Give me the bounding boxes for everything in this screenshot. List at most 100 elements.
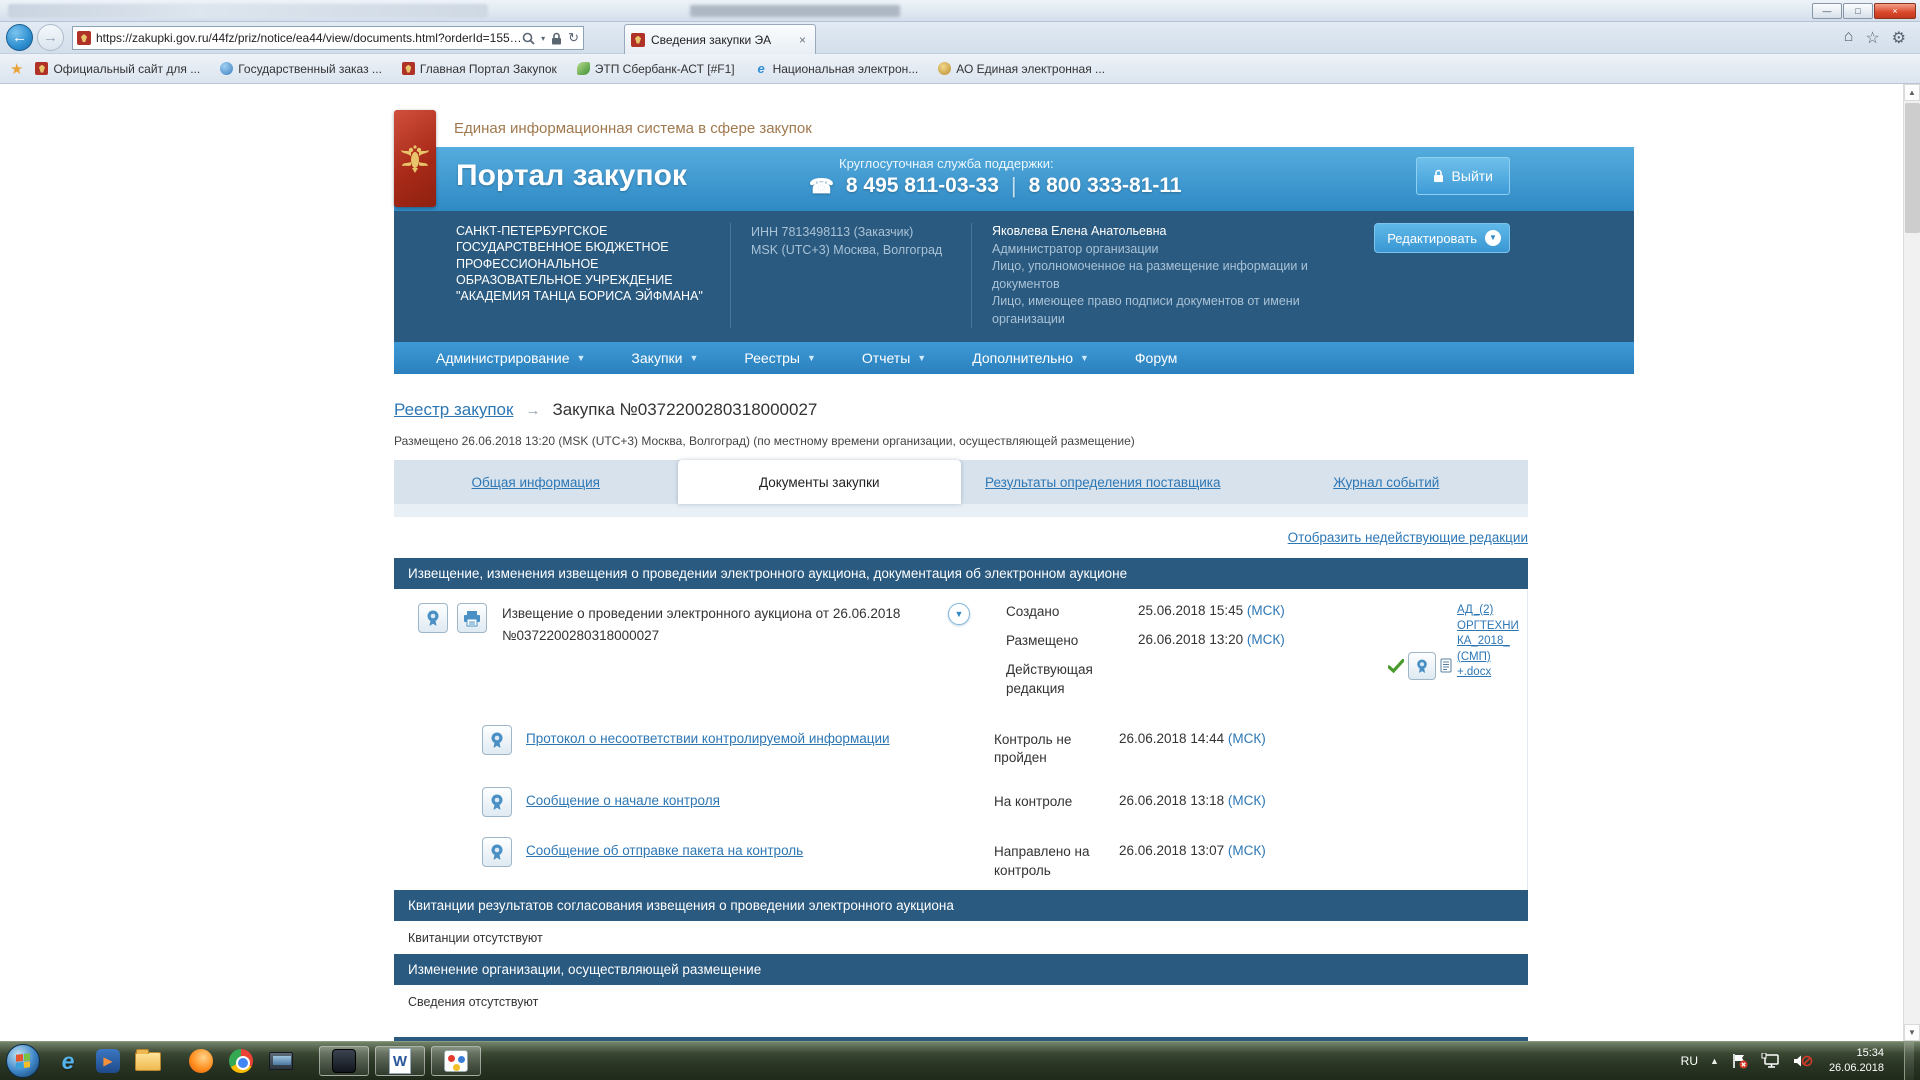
action-center-flag-icon[interactable]: [1731, 1053, 1749, 1069]
favorites-bar: ★ Официальный сайт для ... Государственн…: [0, 54, 1920, 84]
site-favicon: [77, 31, 91, 45]
tab-close-icon[interactable]: ×: [796, 33, 809, 47]
search-dropdown-icon[interactable]: ▾: [541, 34, 545, 43]
nav-item-additional[interactable]: Дополнительно▼: [972, 350, 1089, 366]
nav-item-purchases[interactable]: Закупки▼: [631, 350, 698, 366]
seal-icon: [1415, 658, 1429, 674]
favorite-item[interactable]: Официальный сайт для ...: [35, 62, 200, 76]
favorites-icon[interactable]: ☆: [1865, 28, 1879, 48]
meta-value: 26.06.2018 13:20 (МСК): [1138, 632, 1285, 650]
taskbar-firefox-icon[interactable]: [184, 1046, 218, 1076]
print-button[interactable]: [457, 603, 487, 633]
package-sent-link[interactable]: Сообщение об отправке пакета на контроль: [526, 837, 994, 858]
attachment-file-link[interactable]: АД_(2) ОРГТЕХНИ КА_2018_ (СМП) +.docx: [1457, 603, 1523, 681]
browser-chrome: ← → https://zakupki.gov.ru/44fz/priz/not…: [0, 22, 1920, 54]
refresh-icon[interactable]: ↻: [568, 30, 579, 46]
meta-label: Действующая редакция: [1006, 661, 1138, 697]
portal-title: Портал закупок: [456, 159, 687, 193]
chevron-down-icon: ▼: [807, 353, 816, 363]
breadcrumb-registry-link[interactable]: Реестр закупок: [394, 400, 513, 420]
protocol-mismatch-link[interactable]: Протокол о несоответствии контролируемой…: [526, 725, 994, 746]
user-role: Лицо, имеющее право подписи документов о…: [992, 293, 1332, 328]
control-date: 26.06.2018 14:44 (МСК): [1119, 725, 1266, 746]
nav-item-registers[interactable]: Реестры▼: [744, 350, 815, 366]
taskbar-open-app-icon[interactable]: [319, 1046, 369, 1076]
tab-purchase-documents[interactable]: Документы закупки: [678, 460, 962, 504]
msk-link[interactable]: (МСК): [1247, 632, 1285, 647]
msk-link[interactable]: (МСК): [1228, 793, 1266, 808]
msk-link[interactable]: (МСК): [1228, 843, 1266, 858]
address-bar[interactable]: https://zakupki.gov.ru/44fz/priz/notice/…: [72, 26, 584, 50]
signature-seal-button[interactable]: [482, 725, 512, 755]
msk-link[interactable]: (МСК): [1228, 731, 1266, 746]
purchase-number-title: Закупка №0372200280318000027: [552, 400, 817, 420]
forward-button[interactable]: →: [37, 24, 64, 51]
settings-gear-icon[interactable]: ⚙: [1892, 28, 1906, 48]
show-invalid-editions-link[interactable]: Отобразить недействующие редакции: [394, 530, 1528, 545]
clock[interactable]: 15:34 26.06.2018: [1829, 1046, 1884, 1076]
browser-tab[interactable]: Сведения закупки ЭА ×: [624, 24, 816, 54]
background-window-titlebar: — □ ×: [0, 0, 1920, 22]
taskbar-ie-icon[interactable]: e: [51, 1046, 85, 1076]
scroll-up-icon[interactable]: ▲: [1904, 84, 1920, 101]
tab-supplier-results[interactable]: Результаты определения поставщика: [961, 460, 1245, 504]
taskbar-explorer-icon[interactable]: [131, 1046, 165, 1076]
nav-item-administration[interactable]: Администрирование▼: [436, 350, 585, 366]
section-header-org-change: Изменение организации, осуществляющей ра…: [394, 954, 1528, 985]
close-button[interactable]: ×: [1874, 3, 1916, 19]
document-icon[interactable]: [1440, 658, 1452, 673]
taskbar-media-player-icon[interactable]: ▶: [91, 1046, 125, 1076]
taskbar-remote-desktop-icon[interactable]: [264, 1046, 298, 1076]
org-timezone: MSK (UTC+3) Москва, Волгоград: [751, 241, 951, 259]
favorite-item[interactable]: ЭТП Сбербанк-АСТ [#F1]: [577, 62, 735, 76]
taskbar-word-icon[interactable]: W: [375, 1046, 425, 1076]
taskbar-paint-icon[interactable]: [431, 1046, 481, 1076]
taskbar-chrome-icon[interactable]: [224, 1046, 258, 1076]
nav-item-reports[interactable]: Отчеты▼: [862, 350, 926, 366]
network-icon[interactable]: [1761, 1053, 1781, 1069]
show-desktop-button[interactable]: [1904, 1042, 1914, 1080]
eis-tagline: Единая информационная система в сфере за…: [454, 120, 812, 137]
control-start-link[interactable]: Сообщение о начале контроля: [526, 787, 994, 808]
home-icon[interactable]: ⌂: [1844, 28, 1854, 48]
favorite-item[interactable]: АО Единая электронная ...: [938, 62, 1105, 76]
url-text[interactable]: https://zakupki.gov.ru/44fz/priz/notice/…: [96, 31, 522, 45]
notice-main-row: Извещение о проведении электронного аукц…: [394, 589, 1527, 715]
edit-button[interactable]: Редактировать ▼: [1374, 223, 1510, 253]
scroll-down-icon[interactable]: ▼: [1904, 1024, 1920, 1041]
start-button[interactable]: [6, 1044, 40, 1078]
notice-dropdown-button[interactable]: ▼: [948, 603, 970, 625]
system-tray: RU ▲ 15:34 26.06.2018: [1681, 1042, 1920, 1080]
attachment-seal-button[interactable]: [1408, 652, 1436, 680]
receipts-empty-text: Квитанции отсутствуют: [394, 921, 1528, 954]
language-indicator[interactable]: RU: [1681, 1054, 1698, 1068]
tab-event-log[interactable]: Журнал событий: [1245, 460, 1529, 504]
chevron-down-icon: ▼: [1485, 230, 1501, 246]
favorites-star-icon[interactable]: ★: [10, 60, 23, 78]
nav-item-forum[interactable]: Форум: [1135, 350, 1178, 366]
chevron-down-icon: ▼: [917, 353, 926, 363]
favorite-item[interactable]: Главная Портал Закупок: [402, 62, 557, 76]
favorite-item[interactable]: eНациональная электрон...: [755, 62, 919, 76]
organization-band: САНКТ-ПЕТЕРБУРГСКОЕ ГОСУДАРСТВЕННОЕ БЮДЖ…: [394, 211, 1634, 342]
vertical-scrollbar[interactable]: ▲ ▼: [1903, 84, 1920, 1041]
maximize-button[interactable]: □: [1843, 3, 1873, 19]
signature-seal-button[interactable]: [482, 787, 512, 817]
signature-seal-button[interactable]: [418, 603, 448, 633]
minimize-button[interactable]: —: [1812, 3, 1842, 19]
search-icon[interactable]: [522, 32, 535, 45]
ie-icon: e: [755, 62, 768, 75]
screen: — □ × ← → https://zakupki.gov.ru/44fz/pr…: [0, 0, 1920, 1080]
page-viewport: ▲ ▼ Единая: [0, 84, 1920, 1041]
scrollbar-thumb[interactable]: [1905, 103, 1920, 233]
divider: [730, 223, 731, 328]
tab-general-info[interactable]: Общая информация: [394, 460, 678, 504]
tray-expand-icon[interactable]: ▲: [1710, 1056, 1719, 1066]
gerb-icon: [35, 62, 48, 75]
volume-muted-icon[interactable]: [1793, 1053, 1813, 1069]
back-button[interactable]: ←: [6, 24, 33, 51]
signature-seal-button[interactable]: [482, 837, 512, 867]
logout-button[interactable]: Выйти: [1416, 157, 1510, 195]
msk-link[interactable]: (МСК): [1247, 603, 1285, 618]
favorite-item[interactable]: Государственный заказ ...: [220, 62, 382, 76]
